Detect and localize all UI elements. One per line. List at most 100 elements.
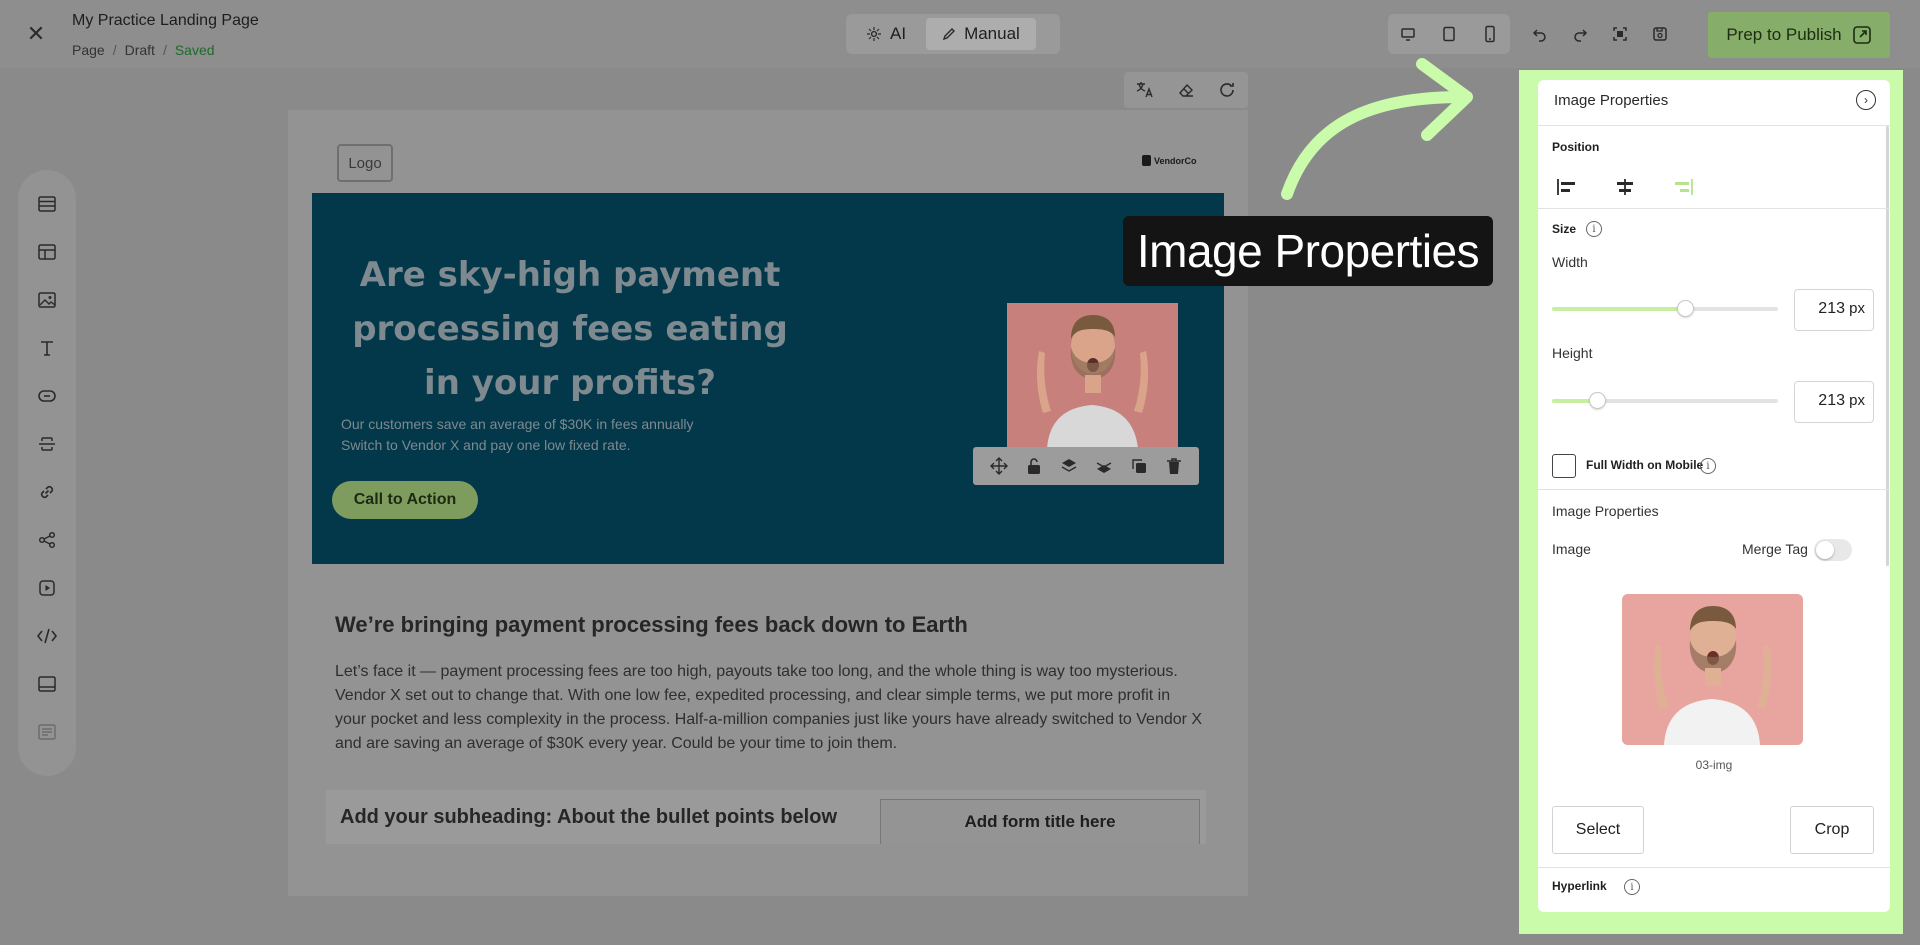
image-thumbnail[interactable] bbox=[1622, 594, 1803, 745]
logo-placeholder[interactable]: Logo bbox=[337, 144, 393, 182]
mobile-icon[interactable] bbox=[1476, 20, 1504, 48]
breadcrumb-draft[interactable]: Draft bbox=[125, 42, 155, 58]
pencil-icon bbox=[942, 28, 956, 41]
panel-scrollbar[interactable] bbox=[1886, 126, 1889, 566]
form-title[interactable]: Add form title here bbox=[880, 799, 1200, 844]
height-unit: px bbox=[1849, 392, 1865, 409]
reset-icon[interactable] bbox=[1213, 76, 1241, 104]
unlock-icon[interactable] bbox=[1021, 453, 1047, 479]
width-slider-thumb[interactable] bbox=[1677, 300, 1695, 317]
hero-heading[interactable]: Are sky-high payment processing fees eat… bbox=[330, 248, 810, 410]
mode-ai-label: AI bbox=[890, 24, 907, 43]
hyperlink-info-icon[interactable]: i bbox=[1624, 879, 1640, 895]
divider bbox=[1538, 489, 1890, 490]
divider-icon[interactable] bbox=[33, 430, 61, 458]
select-image-button[interactable]: Select bbox=[1552, 806, 1644, 854]
hero-subtitle-line: Switch to Vendor X and pay one low fixed… bbox=[341, 437, 631, 453]
fullscreen-icon[interactable] bbox=[1606, 20, 1634, 48]
height-input-box: px bbox=[1794, 381, 1874, 423]
sparkle-icon bbox=[867, 27, 881, 41]
panel-title: Image Properties bbox=[1554, 92, 1669, 109]
crop-image-button[interactable]: Crop bbox=[1790, 806, 1874, 854]
height-slider-thumb[interactable] bbox=[1589, 392, 1607, 409]
video-icon[interactable] bbox=[33, 574, 61, 602]
button-icon[interactable] bbox=[33, 382, 61, 410]
eraser-icon[interactable] bbox=[1172, 76, 1200, 104]
code-icon[interactable] bbox=[33, 622, 61, 650]
merge-tag-toggle[interactable] bbox=[1814, 539, 1852, 561]
prep-to-publish-button[interactable]: Prep to Publish bbox=[1708, 12, 1890, 58]
vendor-logo[interactable]: VendorCo bbox=[1142, 155, 1197, 166]
save-icon[interactable] bbox=[1646, 20, 1674, 48]
merge-tag-toggle-knob bbox=[1816, 541, 1834, 559]
section-body[interactable]: Let’s face it — payment processing fees … bbox=[335, 660, 1205, 756]
mode-ai-button[interactable]: AI bbox=[850, 18, 922, 50]
width-label: Width bbox=[1552, 254, 1588, 270]
rows-icon[interactable] bbox=[33, 190, 61, 218]
image-icon[interactable] bbox=[33, 286, 61, 314]
divider bbox=[1538, 208, 1890, 209]
full-width-mobile-label: Full Width on Mobile bbox=[1586, 458, 1704, 472]
hero-subtitle[interactable]: Our customers save an average of $30K in… bbox=[341, 414, 741, 456]
link-icon[interactable] bbox=[33, 478, 61, 506]
divider bbox=[1538, 867, 1890, 868]
width-slider[interactable] bbox=[1552, 300, 1778, 317]
image-properties-label: Image Properties bbox=[1552, 503, 1659, 519]
delete-icon[interactable] bbox=[1161, 453, 1187, 479]
text-icon[interactable] bbox=[33, 334, 61, 362]
tablet-icon[interactable] bbox=[1435, 20, 1463, 48]
image-properties-panel: Image Properties › Position Size i Width… bbox=[1538, 80, 1890, 912]
align-left-icon[interactable] bbox=[1552, 174, 1582, 200]
callout-arrow bbox=[1281, 58, 1473, 200]
height-label: Height bbox=[1552, 345, 1593, 361]
hero-subtitle-line: Our customers save an average of $30K in… bbox=[341, 416, 694, 432]
footer-icon[interactable] bbox=[33, 670, 61, 698]
align-center-icon[interactable] bbox=[1610, 174, 1640, 200]
full-width-info-icon[interactable]: i bbox=[1700, 458, 1716, 474]
size-label: Size bbox=[1552, 222, 1577, 236]
height-input[interactable] bbox=[1799, 392, 1845, 410]
layer-down-icon[interactable] bbox=[1091, 453, 1117, 479]
person-photo bbox=[1007, 303, 1178, 449]
align-right-icon[interactable] bbox=[1668, 174, 1698, 200]
height-slider[interactable] bbox=[1552, 392, 1778, 409]
duplicate-icon[interactable] bbox=[1126, 453, 1152, 479]
collapse-panel-icon[interactable]: › bbox=[1856, 90, 1876, 110]
translate-icon[interactable] bbox=[1131, 76, 1159, 104]
breadcrumb-page[interactable]: Page bbox=[72, 42, 105, 58]
undo-icon[interactable] bbox=[1526, 20, 1554, 48]
callout-label: Image Properties bbox=[1123, 216, 1493, 286]
layout-icon[interactable] bbox=[33, 238, 61, 266]
history-actions bbox=[1526, 20, 1674, 48]
image-block-toolbar bbox=[973, 447, 1199, 485]
save-status: Saved bbox=[174, 42, 215, 58]
breadcrumb-separator: / bbox=[112, 42, 117, 58]
mode-toggle: AI Manual bbox=[846, 14, 1060, 54]
vendor-logo-text: VendorCo bbox=[1154, 155, 1197, 166]
close-icon[interactable]: ✕ bbox=[24, 22, 48, 46]
canvas-tools bbox=[1124, 72, 1248, 108]
mode-manual-button[interactable]: Manual bbox=[926, 18, 1036, 50]
device-preview-group bbox=[1388, 14, 1510, 54]
width-input[interactable] bbox=[1799, 300, 1845, 318]
subheading[interactable]: Add your subheading: About the bullet po… bbox=[340, 806, 837, 829]
publish-icon bbox=[1852, 26, 1871, 44]
move-icon[interactable] bbox=[986, 453, 1012, 479]
form-icon[interactable] bbox=[33, 718, 61, 746]
width-unit: px bbox=[1849, 300, 1865, 317]
full-width-mobile-checkbox[interactable] bbox=[1552, 454, 1576, 478]
desktop-icon[interactable] bbox=[1394, 20, 1422, 48]
redo-icon[interactable] bbox=[1566, 20, 1594, 48]
social-share-icon[interactable] bbox=[33, 526, 61, 554]
vendor-logo-mark bbox=[1142, 155, 1151, 166]
call-to-action-button[interactable]: Call to Action bbox=[332, 481, 478, 519]
merge-tag-label: Merge Tag bbox=[1742, 541, 1808, 557]
breadcrumb-separator: / bbox=[162, 42, 167, 58]
image-label: Image bbox=[1552, 541, 1591, 557]
hero-image[interactable] bbox=[1007, 303, 1178, 449]
panel-header: Image Properties › bbox=[1538, 80, 1890, 126]
size-info-icon[interactable]: i bbox=[1586, 221, 1602, 237]
mode-manual-label: Manual bbox=[964, 24, 1020, 43]
layer-up-icon[interactable] bbox=[1056, 453, 1082, 479]
section-heading[interactable]: We’re bringing payment processing fees b… bbox=[335, 612, 968, 638]
